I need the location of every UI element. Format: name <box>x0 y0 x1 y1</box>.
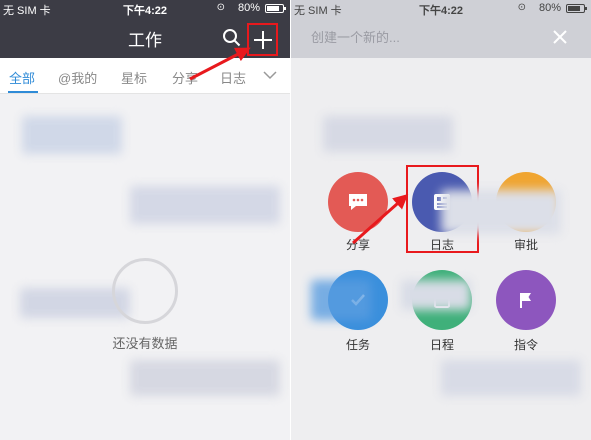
empty-state-icon <box>112 258 178 324</box>
carrier-text: 无 SIM 卡 <box>294 5 342 17</box>
right-screen: 无 SIM 卡 下午4:22 ⊙ 80% 分享 日志 <box>291 0 591 440</box>
filter-tabs: 全部 @我的 星标 分享 日志 <box>0 58 290 94</box>
left-screen: 无 SIM 卡 下午4:22 ⊙ 80% 工作 全部 @我的 星标 分享 日志 <box>0 0 290 440</box>
app-share-button[interactable] <box>328 172 388 232</box>
empty-state-text: 还没有数据 <box>112 336 178 351</box>
flag-icon <box>520 293 531 308</box>
battery-percent: 80% <box>538 2 561 14</box>
app-command-button[interactable] <box>496 270 556 330</box>
app-command-label: 指令 <box>513 338 538 352</box>
carrier-text: 无 SIM 卡 <box>3 5 51 17</box>
app-share-label: 分享 <box>345 238 370 252</box>
tab-shared[interactable]: 分享 <box>172 68 198 87</box>
close-icon[interactable] <box>553 30 567 44</box>
chevron-down-icon[interactable] <box>263 70 277 80</box>
plus-icon <box>254 31 272 49</box>
rotation-lock-icon: ⊙ <box>216 2 225 13</box>
blurred-content <box>130 360 280 396</box>
create-bar: 无 SIM 卡 下午4:22 ⊙ 80% <box>291 0 591 58</box>
blurred-content <box>311 280 371 320</box>
status-bar: 无 SIM 卡 下午4:22 ⊙ 80% <box>0 0 290 17</box>
battery-icon <box>265 4 286 13</box>
time-text: 下午4:22 <box>122 5 168 17</box>
active-tab-indicator <box>8 91 38 93</box>
blurred-content <box>323 116 453 152</box>
battery-icon <box>566 4 587 13</box>
status-bar: 无 SIM 卡 下午4:22 ⊙ 80% <box>291 0 591 17</box>
blurred-content <box>441 360 581 396</box>
create-input[interactable] <box>311 26 531 48</box>
nav-bar: 无 SIM 卡 下午4:22 ⊙ 80% 工作 <box>0 0 290 58</box>
blurred-content <box>441 190 561 234</box>
chat-bubble-icon <box>349 194 367 210</box>
tab-starred[interactable]: 星标 <box>121 68 147 87</box>
app-task-label: 任务 <box>345 338 370 352</box>
tab-all[interactable]: 全部 <box>9 68 35 87</box>
tab-mine[interactable]: @我的 <box>58 68 97 87</box>
app-calendar-label: 日程 <box>429 338 454 352</box>
blurred-content <box>130 186 280 224</box>
add-button[interactable] <box>247 23 278 56</box>
time-text: 下午4:22 <box>418 5 464 17</box>
battery-percent: 80% <box>237 2 260 14</box>
blurred-content <box>401 280 471 310</box>
tab-log[interactable]: 日志 <box>220 68 246 87</box>
app-approval-label: 审批 <box>513 238 538 252</box>
rotation-lock-icon: ⊙ <box>517 2 526 13</box>
search-icon[interactable] <box>222 28 241 47</box>
blurred-content <box>22 116 122 154</box>
